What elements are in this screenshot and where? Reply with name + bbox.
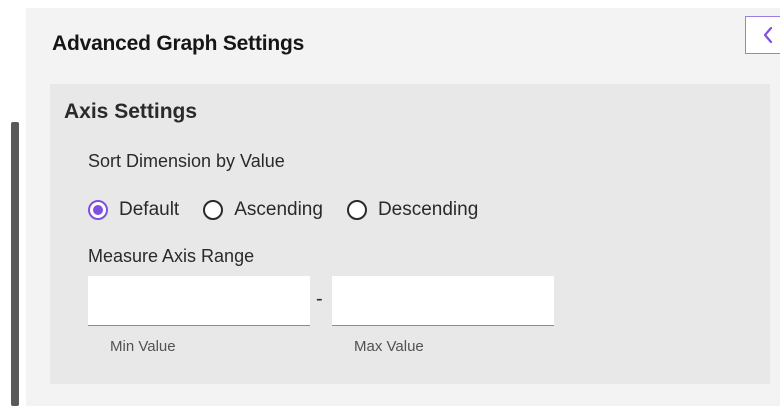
radio-button-descending[interactable]: [346, 200, 367, 220]
sort-radio-group: Default Ascending Descending: [88, 196, 502, 224]
panel-title: Advanced Graph Settings: [52, 32, 305, 55]
radio-button-default[interactable]: [88, 200, 108, 220]
min-value-input[interactable]: [88, 276, 310, 326]
min-value-helper: Min Value: [110, 338, 176, 355]
radio-button-ascending[interactable]: [203, 200, 224, 220]
section-title: Axis Settings: [64, 100, 198, 123]
sort-dimension-label: Sort Dimension by Value: [88, 151, 285, 171]
radio-option-default[interactable]: Default: [88, 199, 179, 221]
advanced-graph-settings-window: Advanced Graph Settings Axis Settings So…: [0, 0, 780, 406]
collapse-panel-button[interactable]: [745, 16, 780, 54]
measure-axis-range-label: Measure Axis Range: [88, 246, 255, 266]
radio-label-default: Default: [119, 199, 180, 220]
radio-label-ascending: Ascending: [234, 199, 323, 220]
radio-option-ascending[interactable]: Ascending: [203, 199, 323, 221]
max-value-input[interactable]: [332, 276, 554, 326]
radio-option-descending[interactable]: Descending: [346, 199, 479, 221]
chevron-left-icon: [762, 26, 774, 44]
radio-label-descending: Descending: [377, 199, 479, 220]
scrollbar-track[interactable]: [0, 0, 22, 406]
axis-settings-section: Axis Settings Sort Dimension by Value De…: [50, 84, 770, 384]
range-separator: -: [316, 288, 323, 310]
scrollbar-thumb[interactable]: [11, 122, 19, 406]
max-value-helper: Max Value: [354, 338, 424, 355]
